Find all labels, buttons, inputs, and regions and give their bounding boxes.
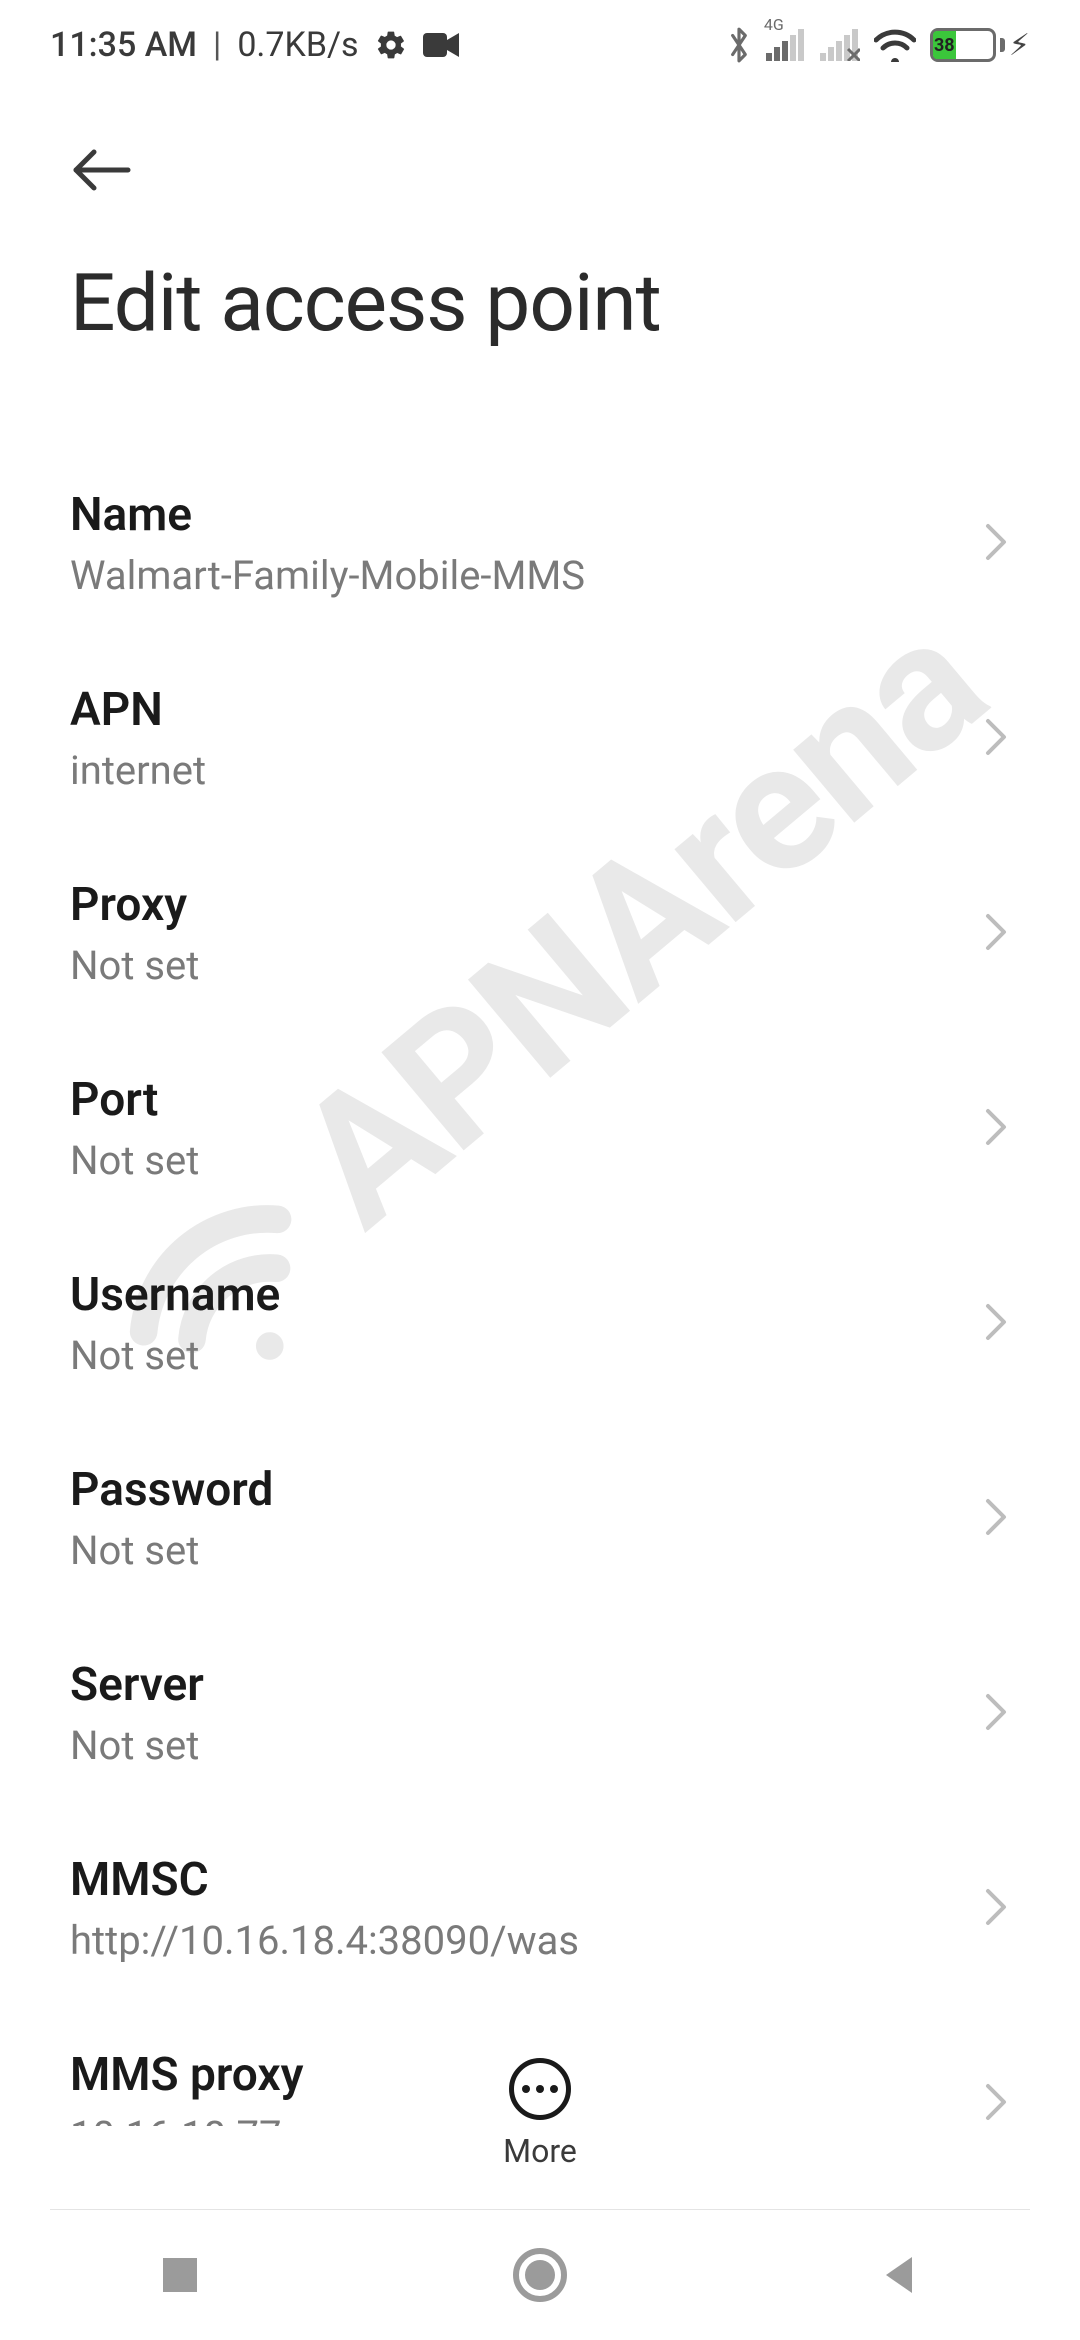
nav-back-button[interactable] — [800, 2253, 1000, 2297]
apn-fields-list: Name Walmart-Family-Mobile-MMS APN inter… — [0, 446, 1080, 2126]
chevron-right-icon — [982, 1690, 1010, 1738]
field-row-port[interactable]: Port Not set — [70, 1031, 1010, 1226]
field-value: Not set — [70, 1722, 952, 1769]
field-label: Server — [70, 1658, 952, 1712]
chevron-right-icon — [982, 1300, 1010, 1348]
field-row-password[interactable]: Password Not set — [70, 1421, 1010, 1616]
page-title: Edit access point — [70, 256, 1010, 350]
field-row-mmsc[interactable]: MMSC http://10.16.18.4:38090/was — [70, 1811, 1010, 2006]
gear-icon — [375, 29, 407, 61]
field-value: Not set — [70, 1137, 952, 1184]
field-label: Proxy — [70, 878, 952, 932]
chevron-right-icon — [982, 715, 1010, 763]
chevron-right-icon — [982, 910, 1010, 958]
more-button[interactable]: More — [0, 2058, 1080, 2170]
field-row-server[interactable]: Server Not set — [70, 1616, 1010, 1811]
chevron-right-icon — [982, 1885, 1010, 1933]
charging-icon: ⚡︎ — [1009, 28, 1030, 63]
field-label: Password — [70, 1463, 952, 1517]
field-row-username[interactable]: Username Not set — [70, 1226, 1010, 1421]
field-label: MMSC — [70, 1853, 952, 1907]
status-time: 11:35 AM — [50, 25, 197, 65]
signal-sim1-icon: 4G — [766, 29, 806, 61]
field-label: Port — [70, 1073, 952, 1127]
field-value: Not set — [70, 1332, 952, 1379]
field-value: internet — [70, 747, 952, 794]
camera-icon — [423, 31, 459, 59]
back-button[interactable] — [70, 130, 150, 210]
battery-indicator: 38 ⚡︎ — [930, 28, 1030, 63]
field-value: Not set — [70, 942, 952, 989]
wifi-status-icon — [874, 28, 916, 62]
chevron-right-icon — [982, 1105, 1010, 1153]
field-value: Walmart-Family-Mobile-MMS — [70, 552, 952, 599]
field-value: http://10.16.18.4:38090/was — [70, 1917, 952, 1964]
field-label: APN — [70, 683, 952, 737]
system-nav-bar — [0, 2210, 1080, 2340]
bluetooth-icon — [726, 26, 752, 64]
battery-percent: 38 — [933, 31, 956, 59]
field-label: Username — [70, 1268, 952, 1322]
field-label: Name — [70, 488, 952, 542]
chevron-right-icon — [982, 520, 1010, 568]
field-row-name[interactable]: Name Walmart-Family-Mobile-MMS — [70, 446, 1010, 641]
more-icon — [509, 2058, 571, 2120]
chevron-right-icon — [982, 1495, 1010, 1543]
field-row-proxy[interactable]: Proxy Not set — [70, 836, 1010, 1031]
field-row-apn[interactable]: APN internet — [70, 641, 1010, 836]
status-separator: | — [213, 25, 221, 65]
status-bar: 11:35 AM | 0.7KB/s 4G 38 ⚡︎ — [0, 0, 1080, 90]
status-data-rate: 0.7KB/s — [237, 25, 358, 65]
more-label: More — [503, 2132, 577, 2170]
nav-recents-button[interactable] — [80, 2254, 280, 2296]
nav-home-button[interactable] — [440, 2247, 640, 2303]
field-value: Not set — [70, 1527, 952, 1574]
signal-sim2-icon — [820, 29, 860, 61]
network-badge: 4G — [764, 15, 784, 34]
